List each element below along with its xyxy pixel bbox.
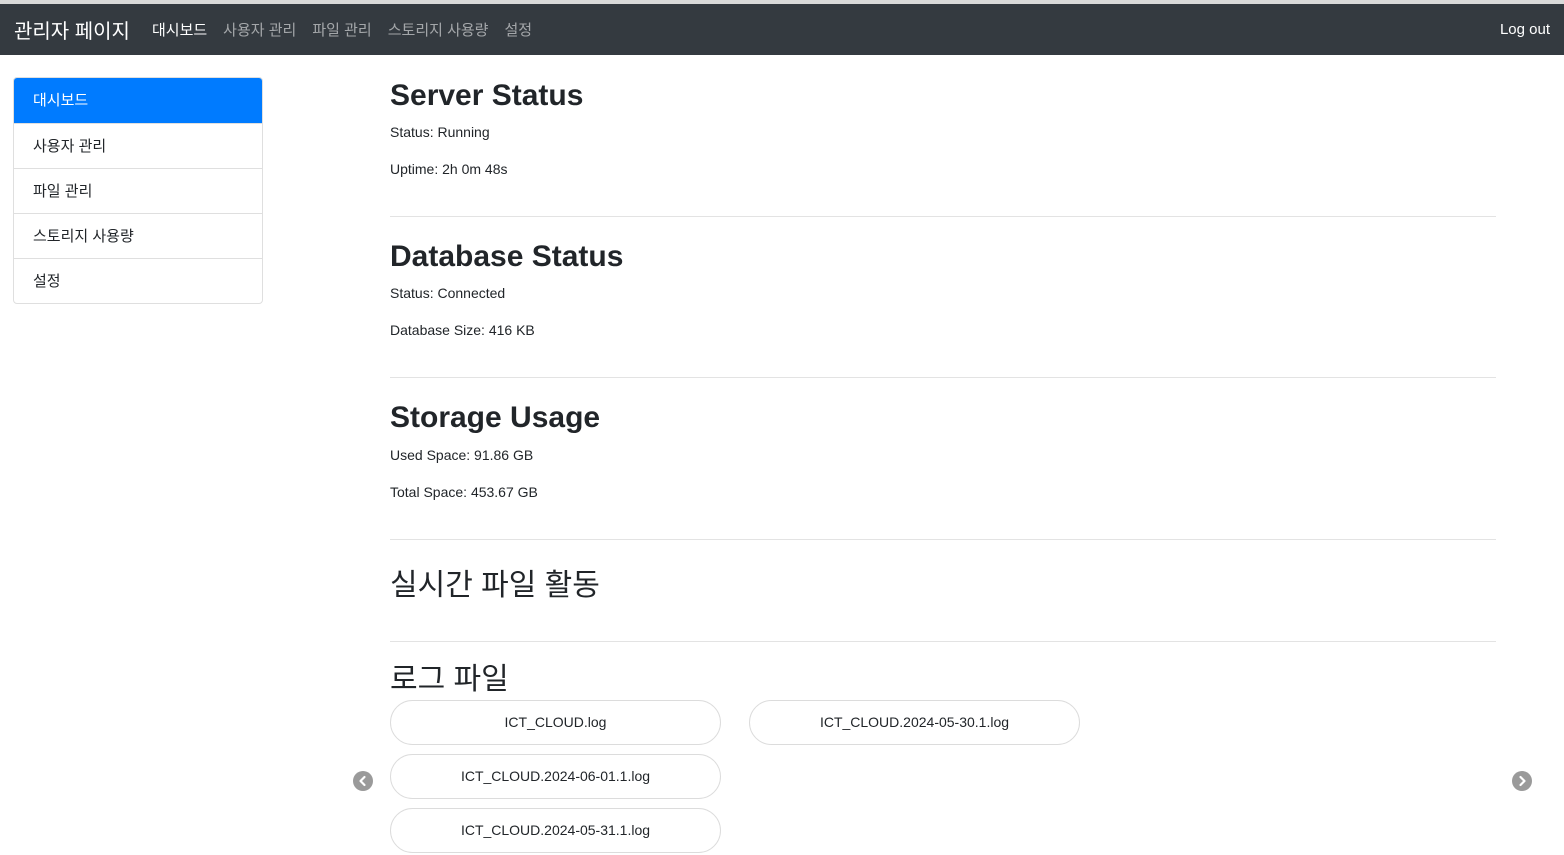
sidebar-item-storage[interactable]: 스토리지 사용량 xyxy=(14,213,262,258)
server-status-text: Status: Running xyxy=(390,124,490,140)
divider xyxy=(390,216,1496,217)
nav-link-files[interactable]: 파일 관리 xyxy=(312,19,371,40)
chevron-right-icon xyxy=(1519,775,1526,787)
storage-used-text: Used Space: 91.86 GB xyxy=(390,447,534,463)
divider xyxy=(390,641,1496,642)
database-size-text: Database Size: 416 KB xyxy=(390,322,535,338)
carousel-next-button[interactable] xyxy=(1512,771,1532,791)
sidebar-item-dashboard[interactable]: 대시보드 xyxy=(14,78,262,123)
top-navbar: 관리자 페이지 대시보드 사용자 관리 파일 관리 스토리지 사용량 설정 Lo… xyxy=(0,4,1564,55)
sidebar-item-settings[interactable]: 설정 xyxy=(14,258,262,303)
navbar-links: 대시보드 사용자 관리 파일 관리 스토리지 사용량 설정 xyxy=(152,19,548,40)
storage-usage-title: Storage Usage xyxy=(390,401,601,434)
database-status-text: Status: Connected xyxy=(390,285,506,301)
log-file-button[interactable]: ICT_CLOUD.2024-05-31.1.log xyxy=(390,808,721,853)
nav-link-users[interactable]: 사용자 관리 xyxy=(223,19,296,40)
file-activity-title: 실시간 파일 활동 xyxy=(390,569,600,602)
navbar-brand[interactable]: 관리자 페이지 xyxy=(14,15,130,44)
server-status-title: Server Status xyxy=(390,79,584,112)
nav-link-settings[interactable]: 설정 xyxy=(505,19,533,40)
database-status-title: Database Status xyxy=(390,240,624,273)
server-uptime-text: Uptime: 2h 0m 48s xyxy=(390,161,508,177)
log-file-button[interactable]: ICT_CLOUD.log xyxy=(390,700,721,745)
divider xyxy=(390,377,1496,378)
nav-link-storage[interactable]: 스토리지 사용량 xyxy=(388,19,489,40)
logout-link[interactable]: Log out xyxy=(1500,21,1550,38)
log-file-button[interactable]: ICT_CLOUD.2024-05-30.1.log xyxy=(749,700,1080,745)
carousel-prev-button[interactable] xyxy=(353,771,373,791)
log-file-button[interactable]: ICT_CLOUD.2024-06-01.1.log xyxy=(390,754,721,799)
sidebar-item-users[interactable]: 사용자 관리 xyxy=(14,123,262,168)
log-files-title: 로그 파일 xyxy=(390,663,509,696)
sidebar-item-files[interactable]: 파일 관리 xyxy=(14,168,262,213)
divider xyxy=(390,539,1496,540)
chevron-left-icon xyxy=(359,775,366,787)
nav-link-dashboard[interactable]: 대시보드 xyxy=(152,19,207,40)
sidebar: 대시보드 사용자 관리 파일 관리 스토리지 사용량 설정 xyxy=(13,77,263,304)
storage-total-text: Total Space: 453.67 GB xyxy=(390,484,538,500)
